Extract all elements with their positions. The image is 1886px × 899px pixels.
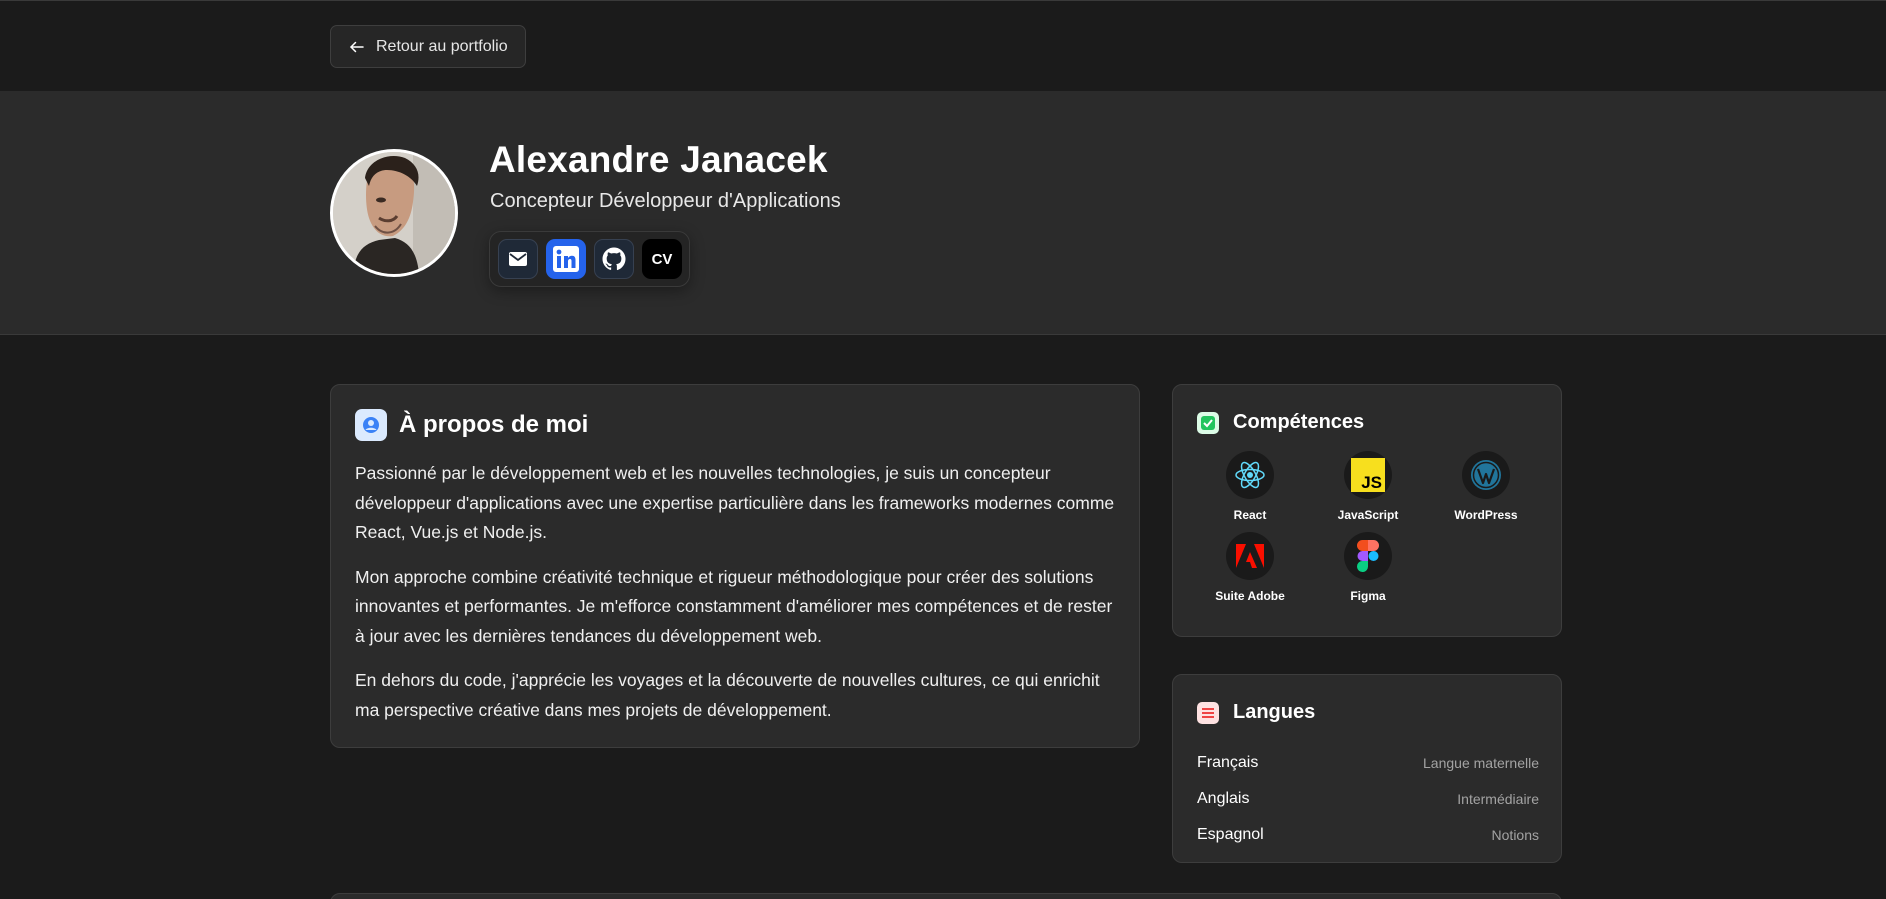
- github-icon: [602, 247, 626, 271]
- languages-heading: Langues: [1197, 701, 1315, 724]
- linkedin-button[interactable]: [546, 239, 586, 279]
- next-section-card: [330, 893, 1562, 899]
- profile-name: Alexandre Janacek: [489, 139, 828, 180]
- user-icon: [355, 409, 387, 441]
- language-level: Langue maternelle: [1423, 755, 1539, 771]
- linkedin-icon: [553, 246, 579, 272]
- language-row: Espagnol Notions: [1197, 817, 1539, 853]
- skill-item: Figma: [1309, 532, 1427, 603]
- skills-title: Compétences: [1233, 411, 1365, 433]
- language-row: Français Langue maternelle: [1197, 745, 1539, 781]
- badge-check-icon: [1197, 411, 1219, 434]
- about-paragraph: Mon approche combine créativité techniqu…: [355, 566, 1113, 646]
- skill-label: Suite Adobe: [1215, 589, 1285, 603]
- about-text: Passionné par le développement web et le…: [355, 459, 1115, 740]
- arrow-left-icon: [350, 41, 364, 52]
- about-title: À propos de moi: [399, 411, 589, 438]
- skills-heading: Compétences: [1197, 411, 1364, 434]
- svg-text:JS: JS: [1361, 473, 1382, 492]
- figma-icon: [1344, 532, 1392, 580]
- list-icon: [1197, 701, 1219, 724]
- back-to-portfolio-button[interactable]: Retour au portfolio: [330, 25, 526, 68]
- social-links: CV: [489, 231, 690, 287]
- language-name: Anglais: [1197, 790, 1250, 807]
- skill-item: WordPress: [1427, 451, 1545, 522]
- skill-label: Figma: [1350, 589, 1386, 603]
- profile-header: [0, 91, 1886, 335]
- language-name: Espagnol: [1197, 826, 1264, 843]
- about-paragraph: En dehors du code, j'apprécie les voyage…: [355, 670, 1100, 720]
- skills-card: Compétences React JS JavaScript WordPres…: [1172, 384, 1562, 637]
- cv-label: CV: [651, 250, 673, 268]
- back-button-label: Retour au portfolio: [376, 37, 508, 55]
- skill-label: React: [1233, 508, 1267, 522]
- profile-role: Concepteur Développeur d'Applications: [490, 190, 841, 212]
- top-bar: Retour au portfolio: [0, 0, 1886, 91]
- github-button[interactable]: [594, 239, 634, 279]
- language-level: Notions: [1491, 827, 1539, 843]
- language-list: Français Langue maternelle Anglais Inter…: [1197, 745, 1539, 853]
- adobe-icon: [1226, 532, 1274, 580]
- language-level: Intermédiaire: [1457, 791, 1539, 807]
- languages-title: Langues: [1233, 701, 1316, 723]
- skill-label: WordPress: [1454, 508, 1518, 522]
- email-button[interactable]: [498, 239, 538, 279]
- skill-label: JavaScript: [1337, 508, 1399, 522]
- wordpress-icon: [1462, 451, 1510, 499]
- skill-item: JS JavaScript: [1309, 451, 1427, 522]
- languages-card: Langues Français Langue maternelle Angla…: [1172, 674, 1562, 863]
- language-row: Anglais Intermédiaire: [1197, 781, 1539, 817]
- about-paragraph: Passionné par le développement web et le…: [355, 463, 1115, 542]
- portrait-photo: [333, 152, 455, 274]
- javascript-icon: JS: [1344, 451, 1392, 499]
- about-heading: À propos de moi: [355, 409, 588, 441]
- skill-item: React: [1191, 451, 1309, 522]
- react-icon: [1226, 451, 1274, 499]
- skill-item: Suite Adobe: [1191, 532, 1309, 603]
- about-card: À propos de moi Passionné par le dévelop…: [330, 384, 1140, 748]
- avatar: [330, 149, 458, 277]
- skills-grid: React JS JavaScript WordPress Suite Adob…: [1191, 451, 1545, 603]
- cv-button[interactable]: CV: [642, 239, 682, 279]
- language-name: Français: [1197, 754, 1259, 771]
- mail-icon: [509, 252, 527, 266]
